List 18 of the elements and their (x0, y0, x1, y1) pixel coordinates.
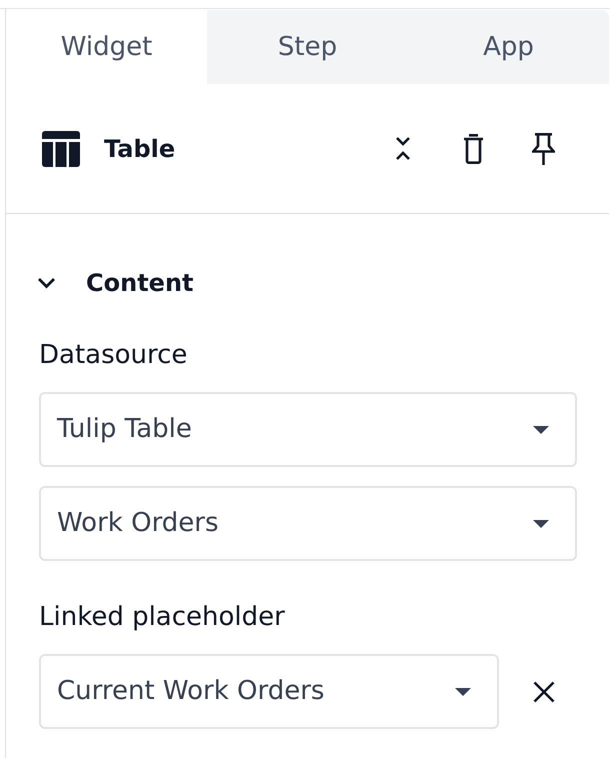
caret-down-icon (455, 688, 471, 696)
tab[interactable]: Step (207, 10, 408, 84)
section-title: Content (86, 268, 194, 299)
select-dropdown[interactable]: Work Orders (39, 486, 577, 561)
field-label: Linked placeholder (39, 601, 285, 633)
caret-down-icon (533, 520, 549, 528)
close-icon[interactable] (533, 680, 555, 702)
select-dropdown[interactable]: Tulip Table (39, 392, 577, 467)
trash-icon[interactable] (463, 134, 484, 164)
select-dropdown[interactable]: Current Work Orders (39, 654, 499, 729)
table-icon (42, 130, 80, 166)
caret-down-icon (533, 426, 549, 434)
widget-title: Table (104, 134, 176, 164)
collapse-icon[interactable] (395, 136, 411, 161)
chevron-down-icon[interactable] (37, 277, 56, 289)
pin-icon[interactable] (532, 132, 555, 164)
field-label: Datasource (39, 339, 188, 371)
tab[interactable]: App (408, 10, 609, 84)
